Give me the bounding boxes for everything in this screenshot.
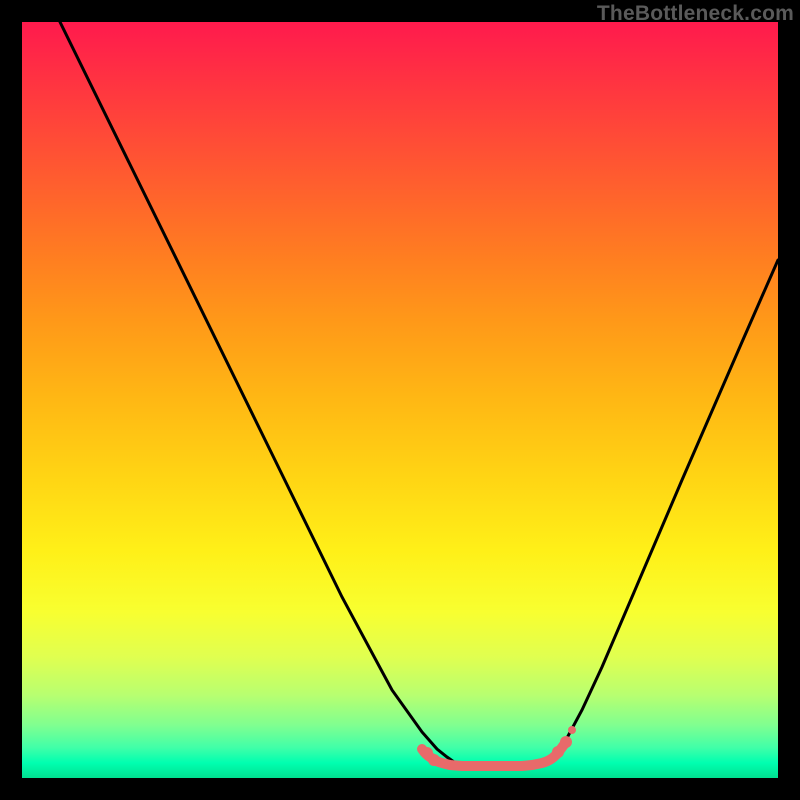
bottleneck-curve-plot xyxy=(22,22,778,778)
marker-dot xyxy=(568,726,576,734)
marker-dot xyxy=(552,746,564,758)
chart-frame xyxy=(22,22,778,778)
marker-dot xyxy=(428,754,440,766)
watermark-text: TheBottleneck.com xyxy=(597,2,794,26)
curve-main-line xyxy=(60,22,778,769)
marker-dot xyxy=(560,736,572,748)
